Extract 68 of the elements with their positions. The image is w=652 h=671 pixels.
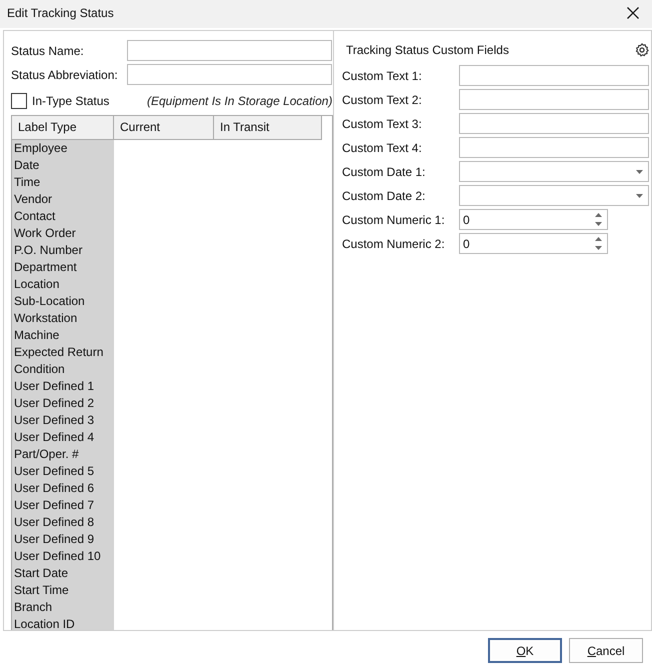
label-type-cell: User Defined 10 xyxy=(12,548,114,565)
label-type-cell: Department xyxy=(12,259,114,276)
field-label: Custom Text 1: xyxy=(342,68,423,82)
field-label: Custom Text 4: xyxy=(342,140,423,154)
label-type-cell: User Defined 8 xyxy=(12,514,114,531)
label-type-cell: User Defined 1 xyxy=(12,378,114,395)
label-type-cell: User Defined 2 xyxy=(12,395,114,412)
caret-icon xyxy=(636,194,643,198)
spin-down-icon[interactable] xyxy=(595,246,602,250)
close-icon xyxy=(627,7,639,19)
text-field[interactable] xyxy=(459,137,649,158)
label-type-cell: Location xyxy=(12,276,114,293)
column-header: In Transit xyxy=(214,116,322,140)
label-type-cell: Start Date xyxy=(12,565,114,582)
spin-down-icon[interactable] xyxy=(595,222,602,226)
settings-icon[interactable] xyxy=(635,43,649,57)
label-type-cell: User Defined 9 xyxy=(12,531,114,548)
column-header: Label Type xyxy=(12,116,114,140)
field-label: Status Name: xyxy=(11,44,85,58)
label-type-cell: Vendor xyxy=(12,191,114,208)
label-type-cell: Date xyxy=(12,157,114,174)
field-label: Custom Numeric 1: xyxy=(342,212,446,226)
note-text: (Equipment Is In Storage Location) xyxy=(147,94,332,108)
field-label: Custom Text 3: xyxy=(342,116,423,130)
column-header: Current xyxy=(114,116,214,140)
field-label: Custom Date 1: xyxy=(342,164,426,178)
label-type-cell: Branch xyxy=(12,599,114,616)
ok-button[interactable]: OK xyxy=(488,638,562,663)
label-type-cell: Location ID xyxy=(12,616,114,630)
label-type-cell: User Defined 4 xyxy=(12,429,114,446)
field-label: Status Abbreviation: xyxy=(11,68,119,82)
label-type-cell: Expected Return xyxy=(12,344,114,361)
text-field[interactable] xyxy=(459,65,649,86)
label-type-cell: P.O. Number xyxy=(12,242,114,259)
label-type-cell: Condition xyxy=(12,361,114,378)
label-type-cell: Employee xyxy=(12,140,114,157)
field-label: Custom Numeric 2: xyxy=(342,236,446,250)
label-type-cell: User Defined 6 xyxy=(12,480,114,497)
label-type-cell: Part/Oper. # xyxy=(12,446,114,463)
label-type-cell: Machine xyxy=(12,327,114,344)
window-title: Edit Tracking Status xyxy=(7,6,114,20)
field-label: Custom Text 2: xyxy=(342,92,423,106)
checkbox-label[interactable]: In-Type Status xyxy=(32,94,142,108)
numeric-field[interactable]: 0 xyxy=(459,209,608,230)
label-type-cell: Sub-Location xyxy=(12,293,114,310)
section-title: Tracking Status Custom Fields xyxy=(346,43,509,57)
field-label: Custom Date 2: xyxy=(342,188,426,202)
label-type-cell: Contact xyxy=(12,208,114,225)
date-dropdown[interactable] xyxy=(459,161,649,182)
label-type-cell: Workstation xyxy=(12,310,114,327)
label-type-cell: User Defined 7 xyxy=(12,497,114,514)
text-field[interactable] xyxy=(127,64,332,85)
spin-up-icon[interactable] xyxy=(595,237,602,241)
text-field[interactable] xyxy=(459,113,649,134)
cancel-button[interactable]: Cancel xyxy=(569,638,643,663)
caret-icon xyxy=(636,170,643,174)
numeric-field[interactable]: 0 xyxy=(459,233,608,254)
label-type-cell: Start Time xyxy=(12,582,114,599)
text-field[interactable] xyxy=(127,40,332,61)
label-type-cell: User Defined 5 xyxy=(12,463,114,480)
close-button[interactable] xyxy=(627,7,639,19)
spin-up-icon[interactable] xyxy=(595,213,602,217)
text-field[interactable] xyxy=(459,89,649,110)
label-type-cell: User Defined 3 xyxy=(12,412,114,429)
date-dropdown[interactable] xyxy=(459,185,649,206)
label-type-cell: Time xyxy=(12,174,114,191)
label-type-cell: Work Order xyxy=(12,225,114,242)
checkbox[interactable] xyxy=(11,93,27,109)
